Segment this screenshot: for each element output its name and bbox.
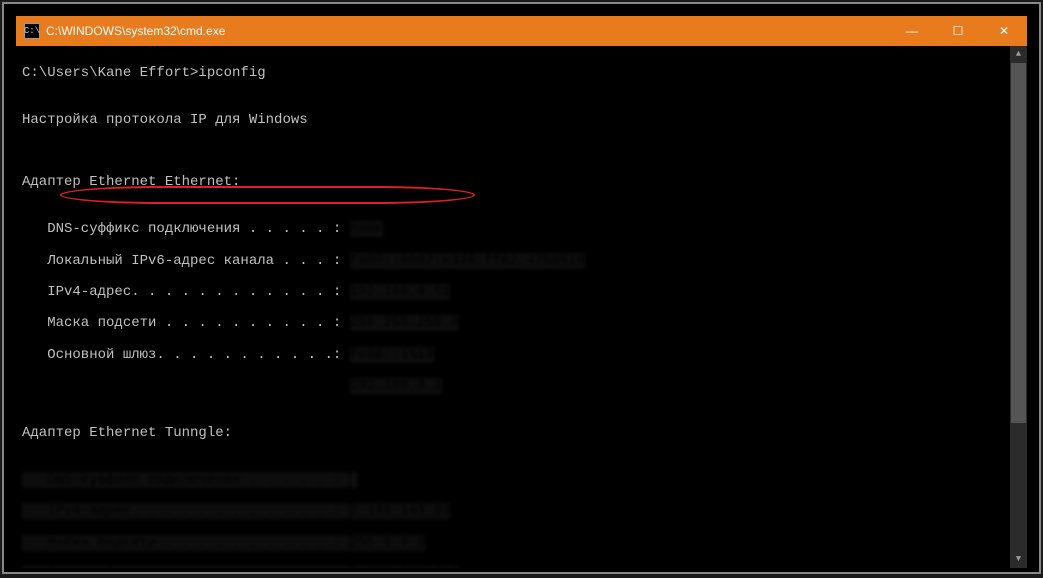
adapter1-dns: DNS-суффикс подключения . . . . . : Home xyxy=(22,222,1021,238)
screenshot-border: C:\ C:\WINDOWS\system32\cmd.exe — ☐ ✕ C:… xyxy=(2,2,1041,574)
close-button[interactable]: ✕ xyxy=(981,16,1027,46)
adapter1-gw2: 192.168.0.1 xyxy=(22,379,1021,395)
scroll-up-icon[interactable]: ▲ xyxy=(1010,46,1027,63)
window-title: C:\WINDOWS\system32\cmd.exe xyxy=(46,24,889,38)
maximize-button[interactable]: ☐ xyxy=(935,16,981,46)
scrollbar[interactable]: ▲ ▼ xyxy=(1010,46,1027,568)
scroll-down-icon[interactable]: ▼ xyxy=(1010,551,1027,568)
adapter1-ipv4: IPv4-адрес. . . . . . . . . . . . : 192.… xyxy=(22,285,1021,301)
prompt-line: C:\Users\Kane Effort>ipconfig xyxy=(22,66,1021,82)
adapter1-title: Адаптер Ethernet Ethernet: xyxy=(22,175,1021,191)
scrollbar-thumb[interactable] xyxy=(1011,63,1026,423)
terminal-output[interactable]: C:\Users\Kane Effort>ipconfig Настройка … xyxy=(16,46,1027,568)
minimize-button[interactable]: — xyxy=(889,16,935,46)
adapter1-mask: Маска подсети . . . . . . . . . . : 255.… xyxy=(22,316,1021,332)
window-controls: — ☐ ✕ xyxy=(889,16,1027,46)
adapter2-title: Адаптер Ethernet Tunngle: xyxy=(22,426,1021,442)
titlebar[interactable]: C:\ C:\WINDOWS\system32\cmd.exe — ☐ ✕ xyxy=(16,16,1027,46)
adapter2-line: Маска подсети . . . . . . . . . . : 255.… xyxy=(22,536,1021,552)
adapter1-ipv6: Локальный IPv6-адрес канала . . . : fe80… xyxy=(22,254,1021,270)
ipconfig-header: Настройка протокола IP для Windows xyxy=(22,113,1021,129)
adapter2-line: Основной шлюз. . . . . . . . . . .: 7.25… xyxy=(22,567,1021,568)
adapter2-line: DNS-суффикс подключения . . . . . : xyxy=(22,473,1021,489)
cmd-icon: C:\ xyxy=(24,23,40,39)
adapter2-line: IPv4-адрес. . . . . . . . . . . . : 7.18… xyxy=(22,504,1021,520)
adapter1-gw: Основной шлюз. . . . . . . . . . .: fe80… xyxy=(22,348,1021,364)
cmd-window: C:\ C:\WINDOWS\system32\cmd.exe — ☐ ✕ C:… xyxy=(16,16,1027,568)
